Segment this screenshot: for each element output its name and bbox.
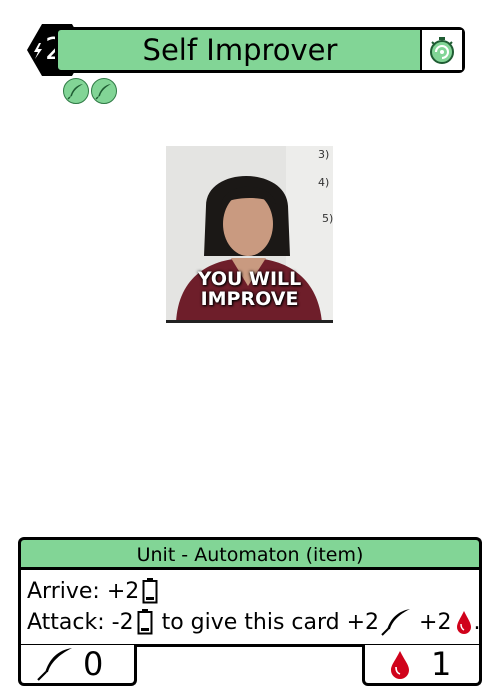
art-caption: YOU WILL IMPROVE [197, 268, 302, 310]
card-title-bar: Self Improver [55, 27, 465, 73]
quill-icon [63, 78, 89, 104]
health-value: 1 [431, 645, 452, 683]
attack-stat: 0 [18, 645, 137, 686]
svg-text:5): 5) [322, 212, 333, 225]
battery-icon [137, 609, 153, 635]
ability-attack-prefix: Attack: -2 [27, 609, 134, 635]
rules-text-box: Arrive: +2 Attack: -2 to give this card … [18, 567, 482, 647]
card-art: 3) 4) 5) YOU WILL IMPROVE [166, 146, 333, 323]
timer-icon [430, 37, 454, 64]
battery-icon [142, 578, 158, 604]
quill-icon [381, 609, 411, 636]
card-title: Self Improver [142, 33, 338, 67]
quill-icon [37, 648, 72, 681]
svg-text:3): 3) [318, 148, 329, 161]
keyword-icons [63, 78, 117, 104]
ability-attack-plus: +2 [419, 609, 452, 635]
ability-attack: Attack: -2 to give this card +2 +2 . [27, 608, 480, 636]
quill-icon [91, 78, 117, 104]
health-stat: 1 [362, 645, 482, 686]
ability-arrive: Arrive: +2 [27, 578, 161, 604]
blood-drop-icon [457, 611, 472, 634]
blood-drop-icon [391, 651, 409, 679]
attack-value: 0 [83, 645, 104, 683]
speed-badge [420, 30, 462, 70]
svg-text:4): 4) [318, 176, 329, 189]
type-line: Unit - Automaton (item) [18, 537, 482, 569]
ability-arrive-text: Arrive: +2 [27, 578, 140, 604]
ability-attack-mid: to give this card +2 [161, 609, 380, 635]
ability-attack-end: . [473, 609, 481, 635]
